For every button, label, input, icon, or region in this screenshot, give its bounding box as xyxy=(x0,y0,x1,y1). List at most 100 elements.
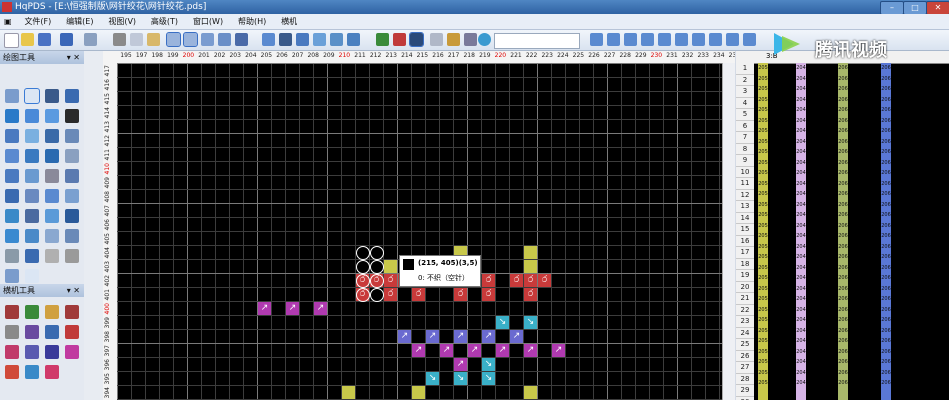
stitch-cell[interactable]: ර xyxy=(412,288,425,301)
draw-tool-icon[interactable] xyxy=(65,169,79,183)
stitch-cell[interactable] xyxy=(412,386,425,399)
machine-tool-icon[interactable] xyxy=(5,305,19,319)
draw-tool-icon[interactable] xyxy=(45,169,59,183)
copy-icon[interactable] xyxy=(130,33,143,46)
align10-icon[interactable] xyxy=(743,33,756,46)
draw-tool-icon[interactable] xyxy=(45,149,59,163)
control-column[interactable]: 206 206 206 206 206 206 206 206 206 206 206 206 206 2… xyxy=(881,63,891,400)
stitch-cell[interactable]: ↗ xyxy=(454,358,467,371)
stitch-cell[interactable]: ↗ xyxy=(552,344,565,357)
align6-icon[interactable] xyxy=(675,33,688,46)
menu-window[interactable]: 窗口(W) xyxy=(187,14,229,29)
stitch-cell[interactable]: ↗ xyxy=(510,330,523,343)
open-icon[interactable] xyxy=(21,33,34,46)
stitch-cell[interactable]: ර xyxy=(454,288,467,301)
stitch-cell[interactable]: ↘ xyxy=(524,316,537,329)
draw-tool-icon[interactable] xyxy=(45,209,59,223)
menu-file[interactable]: 文件(F) xyxy=(18,14,57,29)
empty-needle-marker[interactable] xyxy=(356,288,370,302)
stitch-cell[interactable]: ↗ xyxy=(524,344,537,357)
save-icon[interactable] xyxy=(38,33,51,46)
empty-needle-marker[interactable] xyxy=(356,246,370,260)
draw-tool-icon[interactable] xyxy=(25,269,39,283)
align2-icon[interactable] xyxy=(607,33,620,46)
design-canvas[interactable]: 195 197 198 199 200 201 202 203 204 205 206 207 208 2… xyxy=(103,51,735,400)
layers-icon[interactable] xyxy=(296,33,309,46)
control-column[interactable]: 206 206 206 206 206 206 206 206 206 206 206 206 206 2… xyxy=(838,63,848,400)
draw-tool-icon[interactable] xyxy=(45,89,59,103)
text-icon[interactable] xyxy=(430,33,443,46)
stitch-cell[interactable]: ර xyxy=(482,274,495,287)
stitch-cell[interactable]: ↗ xyxy=(454,330,467,343)
align3-icon[interactable] xyxy=(624,33,637,46)
machine-tool-icon[interactable] xyxy=(45,305,59,319)
draw-tool-icon[interactable] xyxy=(65,189,79,203)
menu-advanced[interactable]: 高级(T) xyxy=(145,14,184,29)
stitch-cell[interactable]: ↗ xyxy=(468,344,481,357)
stitch-cell[interactable]: ර xyxy=(538,274,551,287)
copy2-icon[interactable] xyxy=(313,33,326,46)
draw-tool-icon[interactable] xyxy=(5,249,19,263)
menu-machine[interactable]: 横机 xyxy=(275,14,303,29)
draw-tool-icon[interactable] xyxy=(45,109,59,123)
align4-icon[interactable] xyxy=(641,33,654,46)
draw-tool-icon[interactable] xyxy=(65,129,79,143)
menu-edit[interactable]: 编辑(E) xyxy=(60,14,99,29)
redo-icon[interactable] xyxy=(84,33,97,46)
draw-tool-icon[interactable] xyxy=(5,209,19,223)
draw-tool-icon[interactable] xyxy=(5,189,19,203)
paste-icon[interactable] xyxy=(147,33,160,46)
draw-tool-icon[interactable] xyxy=(5,129,19,143)
grid-icon[interactable] xyxy=(166,32,181,47)
pin2-icon[interactable]: ▾ ✕ xyxy=(67,284,80,297)
draw-tool-icon[interactable] xyxy=(5,149,19,163)
draw-tool-icon[interactable] xyxy=(5,109,19,123)
machine-tool-icon[interactable] xyxy=(65,345,79,359)
empty-needle-marker[interactable] xyxy=(356,260,370,274)
brush-icon[interactable] xyxy=(447,33,460,46)
stitch-cell[interactable]: ↘ xyxy=(482,358,495,371)
menu-view[interactable]: 视图(V) xyxy=(102,14,142,29)
draw-tool-icon[interactable] xyxy=(25,129,39,143)
canvas-scrollbar[interactable] xyxy=(722,63,735,400)
stitch-cell[interactable]: ර xyxy=(510,274,523,287)
empty-needle-marker[interactable] xyxy=(370,288,384,302)
machine-tool-icon[interactable] xyxy=(45,325,59,339)
draw-tool-icon[interactable] xyxy=(25,169,39,183)
stitch-cell[interactable] xyxy=(384,260,397,273)
machine-tool-icon[interactable] xyxy=(25,305,39,319)
machine-tool-icon[interactable] xyxy=(25,345,39,359)
tool-icon[interactable] xyxy=(201,33,214,46)
draw-tool-icon[interactable] xyxy=(65,209,79,223)
stitch-cell[interactable]: ර xyxy=(524,274,537,287)
stitch-cell[interactable]: ර xyxy=(524,288,537,301)
stitch-cell[interactable]: ↗ xyxy=(286,302,299,315)
stitch-cell[interactable]: ↗ xyxy=(398,330,411,343)
align9-icon[interactable] xyxy=(726,33,739,46)
draw-tool-icon[interactable] xyxy=(25,249,39,263)
doc-icon[interactable]: ▣ xyxy=(0,14,16,29)
draw-tool-icon[interactable] xyxy=(25,229,39,243)
stitch-cell[interactable] xyxy=(524,386,537,399)
draw-tool-icon[interactable] xyxy=(65,229,79,243)
draw-tool-icon[interactable] xyxy=(65,249,79,263)
window-icon[interactable] xyxy=(330,33,343,46)
view-icon[interactable] xyxy=(183,32,198,47)
machine-tool-icon[interactable] xyxy=(65,325,79,339)
gear-icon[interactable] xyxy=(262,33,275,46)
machine-tool-icon[interactable] xyxy=(5,365,19,379)
draw-tool-icon[interactable] xyxy=(45,129,59,143)
stitch-cell[interactable]: ↗ xyxy=(496,344,509,357)
empty-needle-marker[interactable] xyxy=(356,274,370,288)
machine-tool-icon[interactable] xyxy=(5,325,19,339)
pattern-icon[interactable] xyxy=(218,33,231,46)
draw-tool-icon[interactable] xyxy=(5,169,19,183)
machine-tool-icon[interactable] xyxy=(45,365,59,379)
machine-tool-icon[interactable] xyxy=(25,325,39,339)
control-column[interactable]: 205 205 205 205 205 205 205 205 205 205 205 205 205 2… xyxy=(758,63,768,400)
empty-needle-marker[interactable] xyxy=(370,274,384,288)
maximize-button[interactable]: □ xyxy=(903,1,927,15)
monitor-icon[interactable] xyxy=(347,33,360,46)
stitch-cell[interactable]: ↗ xyxy=(426,330,439,343)
draw-tool-icon[interactable] xyxy=(65,89,79,103)
